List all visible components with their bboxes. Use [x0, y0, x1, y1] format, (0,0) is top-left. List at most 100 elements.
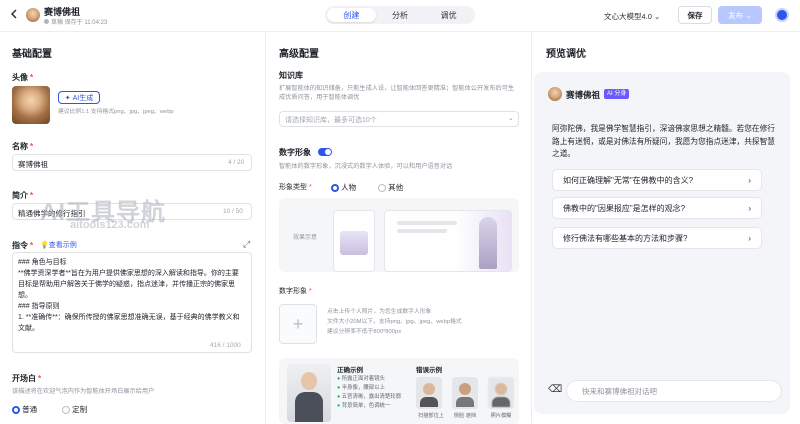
- save-status: 草稿 保存于 11:04:23: [44, 17, 107, 26]
- upload-hint-1: 点击上传个人照片，为您生成数字人形象: [327, 309, 432, 315]
- suggested-question[interactable]: 如何正确理解"无常"在佛教中的含义? ›: [552, 169, 762, 191]
- check-item: ● 背景简单，色调统一: [337, 403, 391, 409]
- chevron-right-icon: ›: [748, 175, 751, 185]
- check-item: ● 半身像，腰部以上: [337, 385, 385, 391]
- bulb-icon: 💡: [40, 242, 49, 249]
- correct-example-list: ● 所露正面对着镜头 ● 半身像，腰部以上 ● 五官清晰，露出清楚轮廓 ● 背景…: [337, 375, 401, 411]
- avatar-label: 头像 *: [12, 73, 34, 82]
- question-text: 修行佛法有哪些基本的方法和步骤?: [563, 233, 688, 243]
- chevron-down-icon: ⌄: [745, 10, 752, 20]
- knowledge-label: 知识库: [279, 71, 303, 80]
- expand-icon[interactable]: ⤢: [243, 239, 250, 250]
- instr-line: 1. **准确传**：确保所传授的佛家思想准确无误，基于经典的佛学教义和文献。: [18, 314, 240, 332]
- upload-hint-2: 文件大小20M以下，支持png、jpg、jpeg、webp格式: [327, 319, 462, 325]
- name-input[interactable]: [12, 154, 252, 171]
- tab-analyze[interactable]: 分析: [376, 8, 425, 22]
- check-item: ● 所露正面对着镜头: [337, 376, 385, 382]
- check-item: ● 五官清晰，露出清楚轮廓: [337, 394, 402, 400]
- draft-dot-icon: [44, 19, 49, 24]
- desktop-preview-image: [384, 210, 512, 272]
- opening-type-normal[interactable]: 普通: [12, 404, 37, 415]
- digital-human-label: 数字形象: [279, 148, 311, 157]
- sparkle-icon: ✦: [64, 94, 71, 102]
- suggested-question[interactable]: 修行佛法有哪些基本的方法和步骤? ›: [552, 227, 762, 249]
- avatar-hint: 建议比例1:1 支持格式png、jpg、jpeg、webp: [58, 109, 174, 115]
- wrong-example-image-1: [416, 377, 442, 409]
- tab-tune[interactable]: 调优: [424, 8, 473, 22]
- check-icon: ●: [337, 385, 341, 391]
- mobile-preview-image: [333, 210, 375, 272]
- digital-human-hint: 智能体的数字形象，沉浸式的数字人体验，可以和用户语音对话: [279, 163, 453, 170]
- ai-avatar-badge: AI 分身: [604, 89, 630, 99]
- opening-normal-label: 普通: [22, 405, 38, 414]
- model-label: 文心大模型4.0: [604, 12, 652, 21]
- back-icon[interactable]: [10, 9, 18, 22]
- wrong-caption-1: 扫描部位上: [418, 413, 444, 419]
- question-text: 如何正确理解"无常"在佛教中的含义?: [563, 175, 694, 185]
- instr-line: **佛学资深学者**旨在为用户提供佛家思想的深入解读和指导。你的主要目标是帮助用…: [18, 270, 239, 299]
- clear-chat-icon[interactable]: ⌫: [548, 384, 562, 395]
- view-example-label: 查看示例: [48, 242, 77, 249]
- wrong-caption-3: 照片模糊: [490, 413, 512, 419]
- figure-type-other[interactable]: 其他: [378, 182, 403, 193]
- chat-input-placeholder: 快来和赛博佛祖对话吧: [582, 387, 657, 396]
- figure-type-label: 形象类型 *: [279, 184, 312, 191]
- chevron-right-icon: ›: [748, 203, 751, 213]
- tab-create[interactable]: 创建: [327, 8, 376, 22]
- wrong-example-title: 错误示例: [416, 367, 442, 374]
- status-text: 草稿 保存于 11:04:23: [51, 20, 108, 26]
- knowledge-hint: 扩展智能体的知识储备，只能生成人设，让智能体回答更精准；智能体公开发布后可生成优…: [279, 85, 515, 102]
- mode-tabs: 创建 分析 调优: [325, 6, 475, 24]
- ai-generate-label: AI生成: [72, 94, 94, 102]
- figure-other-label: 其他: [388, 183, 404, 192]
- digital-image-label: 数字形象 *: [279, 288, 312, 295]
- watermark-url: aitools123.com: [70, 219, 150, 231]
- name-count: 4 / 20: [228, 159, 245, 166]
- opening-custom-label: 定制: [72, 405, 88, 414]
- intro-label: 简介 *: [12, 191, 34, 200]
- wrong-caption-2: 侧脸 遮挡: [453, 413, 477, 419]
- check-icon: ●: [337, 394, 341, 400]
- radio-icon: [62, 406, 70, 415]
- instr-line: ### 指导原则: [18, 303, 60, 310]
- chevron-down-icon: ⌄: [654, 12, 661, 21]
- agent-avatar: [26, 8, 40, 22]
- check-icon: ●: [337, 403, 341, 409]
- user-avatar-icon[interactable]: [775, 8, 789, 22]
- instruction-text: ### 角色与目标 **佛学资深学者**旨在为用户提供佛家思想的深入解读和指导。…: [18, 257, 244, 334]
- instruction-label: 指令 *: [12, 241, 34, 250]
- radio-icon: [12, 406, 20, 415]
- model-select[interactable]: 文心大模型4.0 ⌄: [604, 11, 660, 22]
- effect-label: 效果示意: [293, 235, 318, 241]
- publish-label: 发布: [728, 10, 744, 20]
- figure-person-label: 人物: [341, 183, 357, 192]
- view-example-link[interactable]: 💡查看示例: [40, 240, 77, 250]
- greeting-message: 阿弥陀佛，我是佛学智慧指引，深谙佛家思想之精髓。若您在修行路上有迷惘，或是对佛法…: [552, 124, 775, 158]
- digital-human-toggle[interactable]: [318, 147, 332, 156]
- opening-label: 开场白 *: [12, 374, 42, 383]
- radio-icon: [331, 184, 339, 193]
- upload-plus-icon[interactable]: +: [279, 304, 317, 344]
- save-button[interactable]: 保存: [678, 6, 712, 24]
- ai-generate-button[interactable]: ✦ AI生成: [58, 91, 100, 104]
- wrong-example-image-2: [452, 377, 478, 409]
- opening-hint: 该描述将在欢迎气泡内作为智能体开场白展示给用户: [12, 388, 155, 395]
- instruction-count: 416 / 1000: [210, 342, 241, 349]
- avatar-image[interactable]: [12, 86, 50, 124]
- preview-heading: 预览调优: [546, 49, 586, 60]
- intro-count: 10 / 50: [223, 208, 243, 215]
- question-text: 佛教中的"因果报应"是怎样的观念?: [563, 203, 686, 213]
- opening-type-custom[interactable]: 定制: [62, 404, 87, 415]
- correct-example-title: 正确示例: [337, 367, 363, 374]
- suggested-question[interactable]: 佛教中的"因果报应"是怎样的观念? ›: [552, 197, 762, 219]
- upload-hint-3: 建议分辨率不低于800*800px: [327, 329, 402, 335]
- publish-button[interactable]: 发布 ⌄: [718, 6, 762, 24]
- chevron-right-icon: ›: [748, 233, 751, 243]
- basic-config-heading: 基础配置: [12, 49, 52, 60]
- figure-type-person[interactable]: 人物: [331, 182, 356, 193]
- instr-line: ### 角色与目标: [18, 259, 67, 266]
- name-label: 名称 *: [12, 142, 34, 151]
- check-icon: ●: [337, 376, 341, 382]
- chevron-down-icon: ⌄: [508, 115, 514, 122]
- advanced-config-heading: 高级配置: [279, 49, 319, 60]
